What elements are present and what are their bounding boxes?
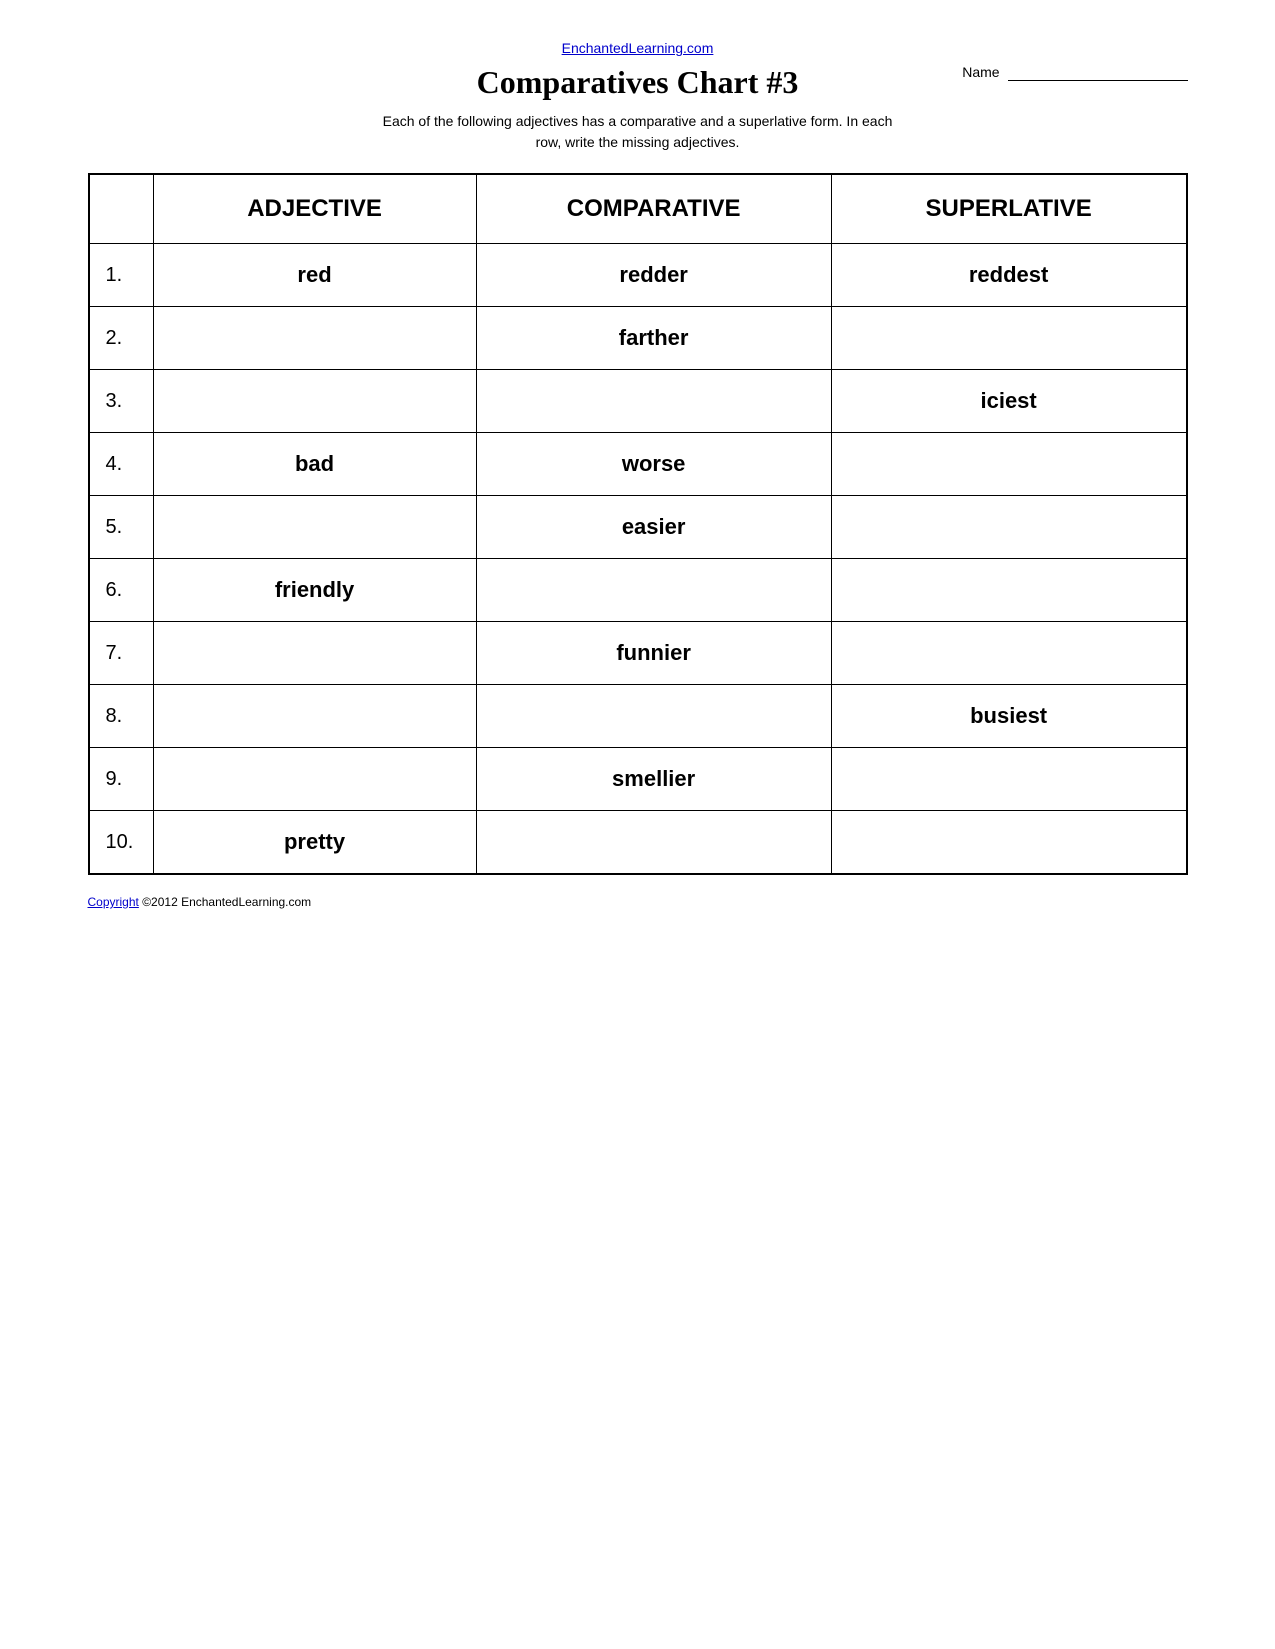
superlative-cell	[831, 496, 1186, 559]
adjective-cell	[153, 622, 476, 685]
superlative-cell	[831, 307, 1186, 370]
adjective-cell: friendly	[153, 559, 476, 622]
comparative-cell: farther	[476, 307, 831, 370]
table-row: 10.pretty	[89, 811, 1187, 875]
col-header-num	[89, 174, 154, 244]
comparative-cell: redder	[476, 244, 831, 307]
comparative-cell: smellier	[476, 748, 831, 811]
row-number: 10.	[89, 811, 154, 875]
superlative-cell	[831, 748, 1186, 811]
superlative-cell	[831, 622, 1186, 685]
subtitle: Each of the following adjectives has a c…	[88, 111, 1188, 153]
adjectives-table: ADJECTIVE COMPARATIVE SUPERLATIVE 1.redr…	[88, 173, 1188, 875]
table-row: 1.redredderreddest	[89, 244, 1187, 307]
footer: Copyright ©2012 EnchantedLearning.com	[88, 895, 1188, 909]
col-header-superlative: SUPERLATIVE	[831, 174, 1186, 244]
name-underline[interactable]	[1008, 64, 1188, 81]
row-number: 7.	[89, 622, 154, 685]
site-link[interactable]: EnchantedLearning.com	[88, 40, 1188, 58]
table-header-row: ADJECTIVE COMPARATIVE SUPERLATIVE	[89, 174, 1187, 244]
row-number: 3.	[89, 370, 154, 433]
page-container: EnchantedLearning.com Comparatives Chart…	[88, 40, 1188, 909]
adjective-cell	[153, 748, 476, 811]
table-row: 4.badworse	[89, 433, 1187, 496]
superlative-cell: reddest	[831, 244, 1186, 307]
row-number: 2.	[89, 307, 154, 370]
top-section: Comparatives Chart #3 Name	[88, 64, 1188, 101]
comparative-cell: easier	[476, 496, 831, 559]
adjective-cell	[153, 307, 476, 370]
superlative-cell: iciest	[831, 370, 1186, 433]
comparative-cell	[476, 685, 831, 748]
table-row: 6.friendly	[89, 559, 1187, 622]
adjective-cell: bad	[153, 433, 476, 496]
superlative-cell	[831, 559, 1186, 622]
superlative-cell	[831, 811, 1186, 875]
table-row: 7. funnier	[89, 622, 1187, 685]
name-field-container: Name	[962, 64, 1187, 81]
adjective-cell	[153, 496, 476, 559]
table-row: 5. easier	[89, 496, 1187, 559]
superlative-cell	[831, 433, 1186, 496]
comparative-cell: worse	[476, 433, 831, 496]
col-header-comparative: COMPARATIVE	[476, 174, 831, 244]
adjective-cell: pretty	[153, 811, 476, 875]
subtitle-line1: Each of the following adjectives has a c…	[383, 113, 893, 129]
row-number: 5.	[89, 496, 154, 559]
adjective-cell	[153, 685, 476, 748]
comparative-cell	[476, 370, 831, 433]
row-number: 8.	[89, 685, 154, 748]
footer-year-site: ©2012 EnchantedLearning.com	[142, 895, 311, 909]
site-url[interactable]: EnchantedLearning.com	[562, 40, 714, 56]
table-row: 3. iciest	[89, 370, 1187, 433]
subtitle-line2: row, write the missing adjectives.	[536, 134, 740, 150]
row-number: 9.	[89, 748, 154, 811]
row-number: 1.	[89, 244, 154, 307]
table-row: 2. farther	[89, 307, 1187, 370]
table-row: 9. smellier	[89, 748, 1187, 811]
col-header-adjective: ADJECTIVE	[153, 174, 476, 244]
adjective-cell: red	[153, 244, 476, 307]
footer-copyright-link[interactable]: Copyright	[88, 895, 139, 909]
table-row: 8. busiest	[89, 685, 1187, 748]
superlative-cell: busiest	[831, 685, 1186, 748]
row-number: 4.	[89, 433, 154, 496]
row-number: 6.	[89, 559, 154, 622]
name-label: Name	[962, 64, 999, 80]
comparative-cell	[476, 811, 831, 875]
comparative-cell	[476, 559, 831, 622]
adjective-cell	[153, 370, 476, 433]
comparative-cell: funnier	[476, 622, 831, 685]
